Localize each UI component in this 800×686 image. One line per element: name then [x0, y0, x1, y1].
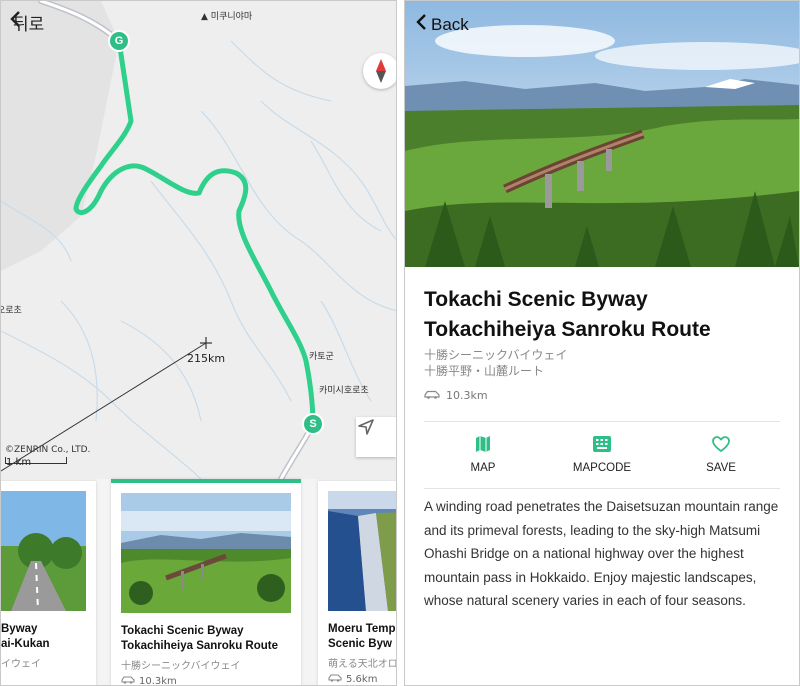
route-title-line1: Moeru Temp	[328, 623, 396, 635]
route-card[interactable]: Byway ai-Kukan イウェイ	[1, 481, 96, 685]
route-jp-name: 萌える天北オロ	[328, 659, 397, 670]
route-jp-name: イウェイ	[1, 659, 41, 670]
route-jp-name: 十勝シーニックバイウェイ 十勝平野・山麓ルート	[424, 348, 568, 378]
route-distance: 10.3km	[424, 389, 488, 402]
mapcode-button[interactable]: MAPCODE	[557, 434, 647, 474]
map-canvas	[1, 1, 396, 479]
scale-label: 1 km	[6, 457, 32, 468]
back-label: Back	[431, 14, 469, 34]
map-copyright: ©ZENRIN Co., LTD.	[5, 445, 91, 455]
route-detail-screen: Back Tokachi Scenic Byway Tokachiheiya S…	[404, 0, 800, 686]
route-title-line2: Scenic Byw	[328, 638, 392, 650]
map-label-karo: 카토군	[309, 352, 334, 362]
route-jp-name: 十勝シーニックバイウェイ	[121, 661, 241, 672]
chevron-left-icon	[415, 13, 427, 36]
scale-bar: 1 km	[5, 457, 67, 468]
route-title-line1: Byway	[1, 623, 38, 635]
action-bar: MAP MAPCODE SAVE	[424, 421, 780, 489]
distance-label: 215km	[187, 352, 226, 365]
route-distance: 10.3km	[121, 675, 177, 685]
route-card-carousel[interactable]: Byway ai-Kukan イウェイ Tokachi Scenic Byway…	[1, 479, 397, 685]
route-card-active[interactable]: Tokachi Scenic Byway Tokachiheiya Sanrok…	[111, 479, 301, 685]
map-label-kamishihoro: 카미시호로초	[319, 386, 369, 396]
start-marker[interactable]: S	[302, 413, 324, 435]
car-icon	[121, 675, 135, 685]
goal-marker[interactable]: G	[108, 30, 130, 52]
location-arrow-icon	[358, 419, 374, 435]
car-icon	[328, 673, 342, 685]
current-location-button[interactable]	[356, 417, 396, 457]
route-title-line2: Tokachiheiya Sanroku Route	[121, 640, 278, 652]
compass-icon	[376, 59, 386, 83]
map-label-edge: 오로초	[1, 306, 22, 316]
map-screen: 뒤로 ▲ 미쿠니야마 오로초 카토군 카미시호로초 G S 215km ©ZEN…	[0, 0, 397, 686]
save-button[interactable]: SAVE	[676, 434, 766, 474]
route-title-line2: ai-Kukan	[1, 638, 50, 650]
car-icon	[424, 389, 440, 402]
route-photo	[1, 491, 86, 611]
route-line	[73, 38, 316, 428]
map-label-mountain: ▲ 미쿠니야마	[201, 12, 253, 22]
back-button[interactable]: 뒤로	[9, 10, 44, 35]
back-button[interactable]: Back	[415, 13, 469, 36]
map-icon	[438, 434, 528, 454]
route-description: A winding road penetrates the Daisetsuza…	[424, 499, 779, 608]
route-photo	[328, 491, 396, 611]
route-hero-photo: Back	[405, 1, 799, 267]
route-map[interactable]: 뒤로 ▲ 미쿠니야마 오로초 카토군 카미시호로초 G S 215km ©ZEN…	[1, 1, 396, 479]
heart-icon	[676, 434, 766, 454]
route-distance: 5.6km	[328, 673, 377, 685]
keypad-icon	[557, 434, 647, 454]
route-title: Tokachi Scenic Byway Tokachiheiya Sanrok…	[424, 288, 711, 341]
compass-button[interactable]	[363, 53, 396, 89]
route-photo	[121, 493, 291, 613]
mountain-icon: ▲	[201, 12, 208, 22]
route-title-line1: Tokachi Scenic Byway	[121, 625, 244, 637]
route-card[interactable]: Moeru Temp Scenic Byw 萌える天北オロ 5.6km	[318, 481, 397, 685]
map-button[interactable]: MAP	[438, 434, 528, 474]
